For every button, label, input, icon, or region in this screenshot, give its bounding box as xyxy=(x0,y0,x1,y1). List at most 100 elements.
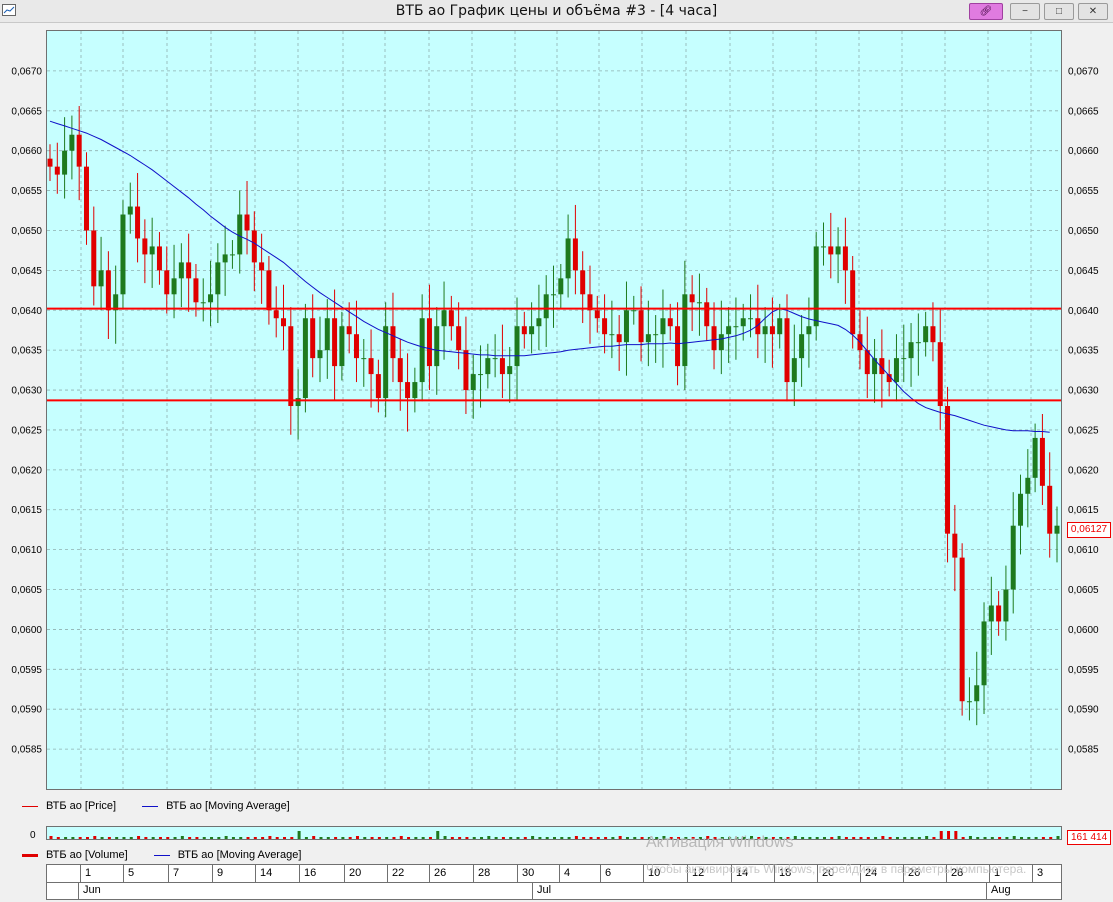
candle-body xyxy=(696,302,702,304)
volume-bar xyxy=(998,837,1002,839)
volume-bar xyxy=(297,831,301,839)
volume-bar xyxy=(822,837,826,839)
date-axis-day: 7 xyxy=(168,865,212,882)
volume-bar xyxy=(239,837,243,839)
candle-body xyxy=(69,134,75,151)
candle-body xyxy=(361,358,367,360)
volume-bar xyxy=(370,837,374,839)
legend-volume[interactable]: ВТБ ао [Volume] xyxy=(22,849,128,861)
candle-body xyxy=(149,246,155,255)
volume-bar xyxy=(501,837,505,839)
volume-bar xyxy=(443,836,447,839)
candle-body xyxy=(237,214,243,255)
candle-body xyxy=(842,246,848,271)
y-tick-label-left: 0,0655 xyxy=(11,186,42,197)
price-legend: ВТБ ао [Price] ВТБ ао [Moving Average] xyxy=(22,798,316,814)
volume-bar xyxy=(392,837,396,839)
candle-body xyxy=(762,326,768,335)
volume-bar xyxy=(122,837,126,839)
candle-body xyxy=(259,262,265,271)
legend-volume-swatch xyxy=(22,853,38,857)
candle-body xyxy=(850,270,856,335)
volume-bar xyxy=(881,836,885,839)
volume-bar xyxy=(611,837,615,839)
volume-bar xyxy=(93,836,97,839)
candle-body xyxy=(551,294,556,296)
date-axis-day: 16 xyxy=(299,865,344,882)
candle-body xyxy=(419,318,425,383)
candle-body xyxy=(565,238,571,279)
date-axis-day: 14 xyxy=(255,865,299,882)
candle-body xyxy=(813,246,819,327)
volume-bar xyxy=(290,837,294,839)
candle-body xyxy=(412,382,418,399)
volume-bar xyxy=(633,837,637,839)
candle-body xyxy=(893,358,899,383)
volume-bar xyxy=(144,837,148,839)
volume-bar xyxy=(1027,837,1031,839)
candle-body xyxy=(383,326,389,399)
candle-body xyxy=(718,334,724,351)
volume-bar xyxy=(158,837,162,839)
candle-body xyxy=(901,358,907,360)
volume-bar xyxy=(129,837,133,839)
volume-bar xyxy=(983,837,987,839)
candle-body xyxy=(142,238,148,255)
date-axis-day: 1 xyxy=(80,865,123,882)
candle-body xyxy=(806,326,812,335)
legend-volume-ma[interactable]: ВТБ ао [Moving Average] xyxy=(153,849,302,861)
last-price-label: 0,06127 xyxy=(1067,522,1111,538)
candle-body xyxy=(514,326,520,367)
candle-body xyxy=(332,318,338,367)
volume-last-label: 161 414 xyxy=(1067,830,1112,845)
y-tick-label-right: 0,0645 xyxy=(1068,266,1099,277)
volume-bar xyxy=(859,837,863,839)
candle-body xyxy=(281,318,287,327)
candle-body xyxy=(988,605,994,622)
candle-body xyxy=(769,326,775,335)
volume-bar xyxy=(961,837,965,839)
candle-body xyxy=(288,326,294,407)
price-chart: 0,0585 0,0585 0,0590 0,0590 0,0595 0,0595 0,06… xyxy=(11,31,1099,789)
volume-strip[interactable] xyxy=(46,826,1062,840)
candle-body xyxy=(791,358,797,383)
candle-body xyxy=(186,262,192,279)
y-tick-label-left: 0,0650 xyxy=(11,226,42,237)
volume-bar xyxy=(917,837,921,839)
candle-body xyxy=(653,334,659,336)
candle-body xyxy=(726,326,732,335)
candle-body xyxy=(485,358,491,375)
volume-bar xyxy=(399,836,403,839)
legend-price-ma[interactable]: ВТБ ао [Moving Average] xyxy=(142,800,290,812)
volume-bar xyxy=(275,837,279,839)
candle-body xyxy=(908,342,914,359)
y-tick-label-right: 0,0640 xyxy=(1068,306,1099,317)
candle-body xyxy=(405,382,411,399)
y-tick-label-right: 0,0595 xyxy=(1068,665,1099,676)
y-tick-label-right: 0,0605 xyxy=(1068,585,1099,596)
volume-bar xyxy=(414,837,418,839)
candle-body xyxy=(1039,437,1045,486)
candle-body xyxy=(748,318,754,320)
candle-body xyxy=(558,278,564,295)
candle-body xyxy=(623,310,629,343)
candle-body xyxy=(799,334,805,359)
candle-body xyxy=(638,310,644,343)
candle-body xyxy=(1054,525,1060,534)
volume-bar xyxy=(866,837,870,839)
y-tick-label-left: 0,0660 xyxy=(11,146,42,157)
volume-bar xyxy=(283,837,287,839)
candle-body xyxy=(660,318,666,335)
candle-body xyxy=(317,350,323,359)
candle-body xyxy=(631,310,637,312)
candle-body xyxy=(127,206,133,215)
candle-body xyxy=(937,342,943,407)
volume-bar xyxy=(516,837,520,839)
date-axis-day: 30 xyxy=(517,865,559,882)
legend-price[interactable]: ВТБ ао [Price] xyxy=(22,800,116,812)
volume-bar xyxy=(224,836,228,839)
legend-volume-ma-label: ВТБ ао [Moving Average] xyxy=(177,849,302,861)
volume-bar xyxy=(56,837,60,839)
candle-body xyxy=(828,246,834,255)
candle-body xyxy=(996,605,1002,622)
